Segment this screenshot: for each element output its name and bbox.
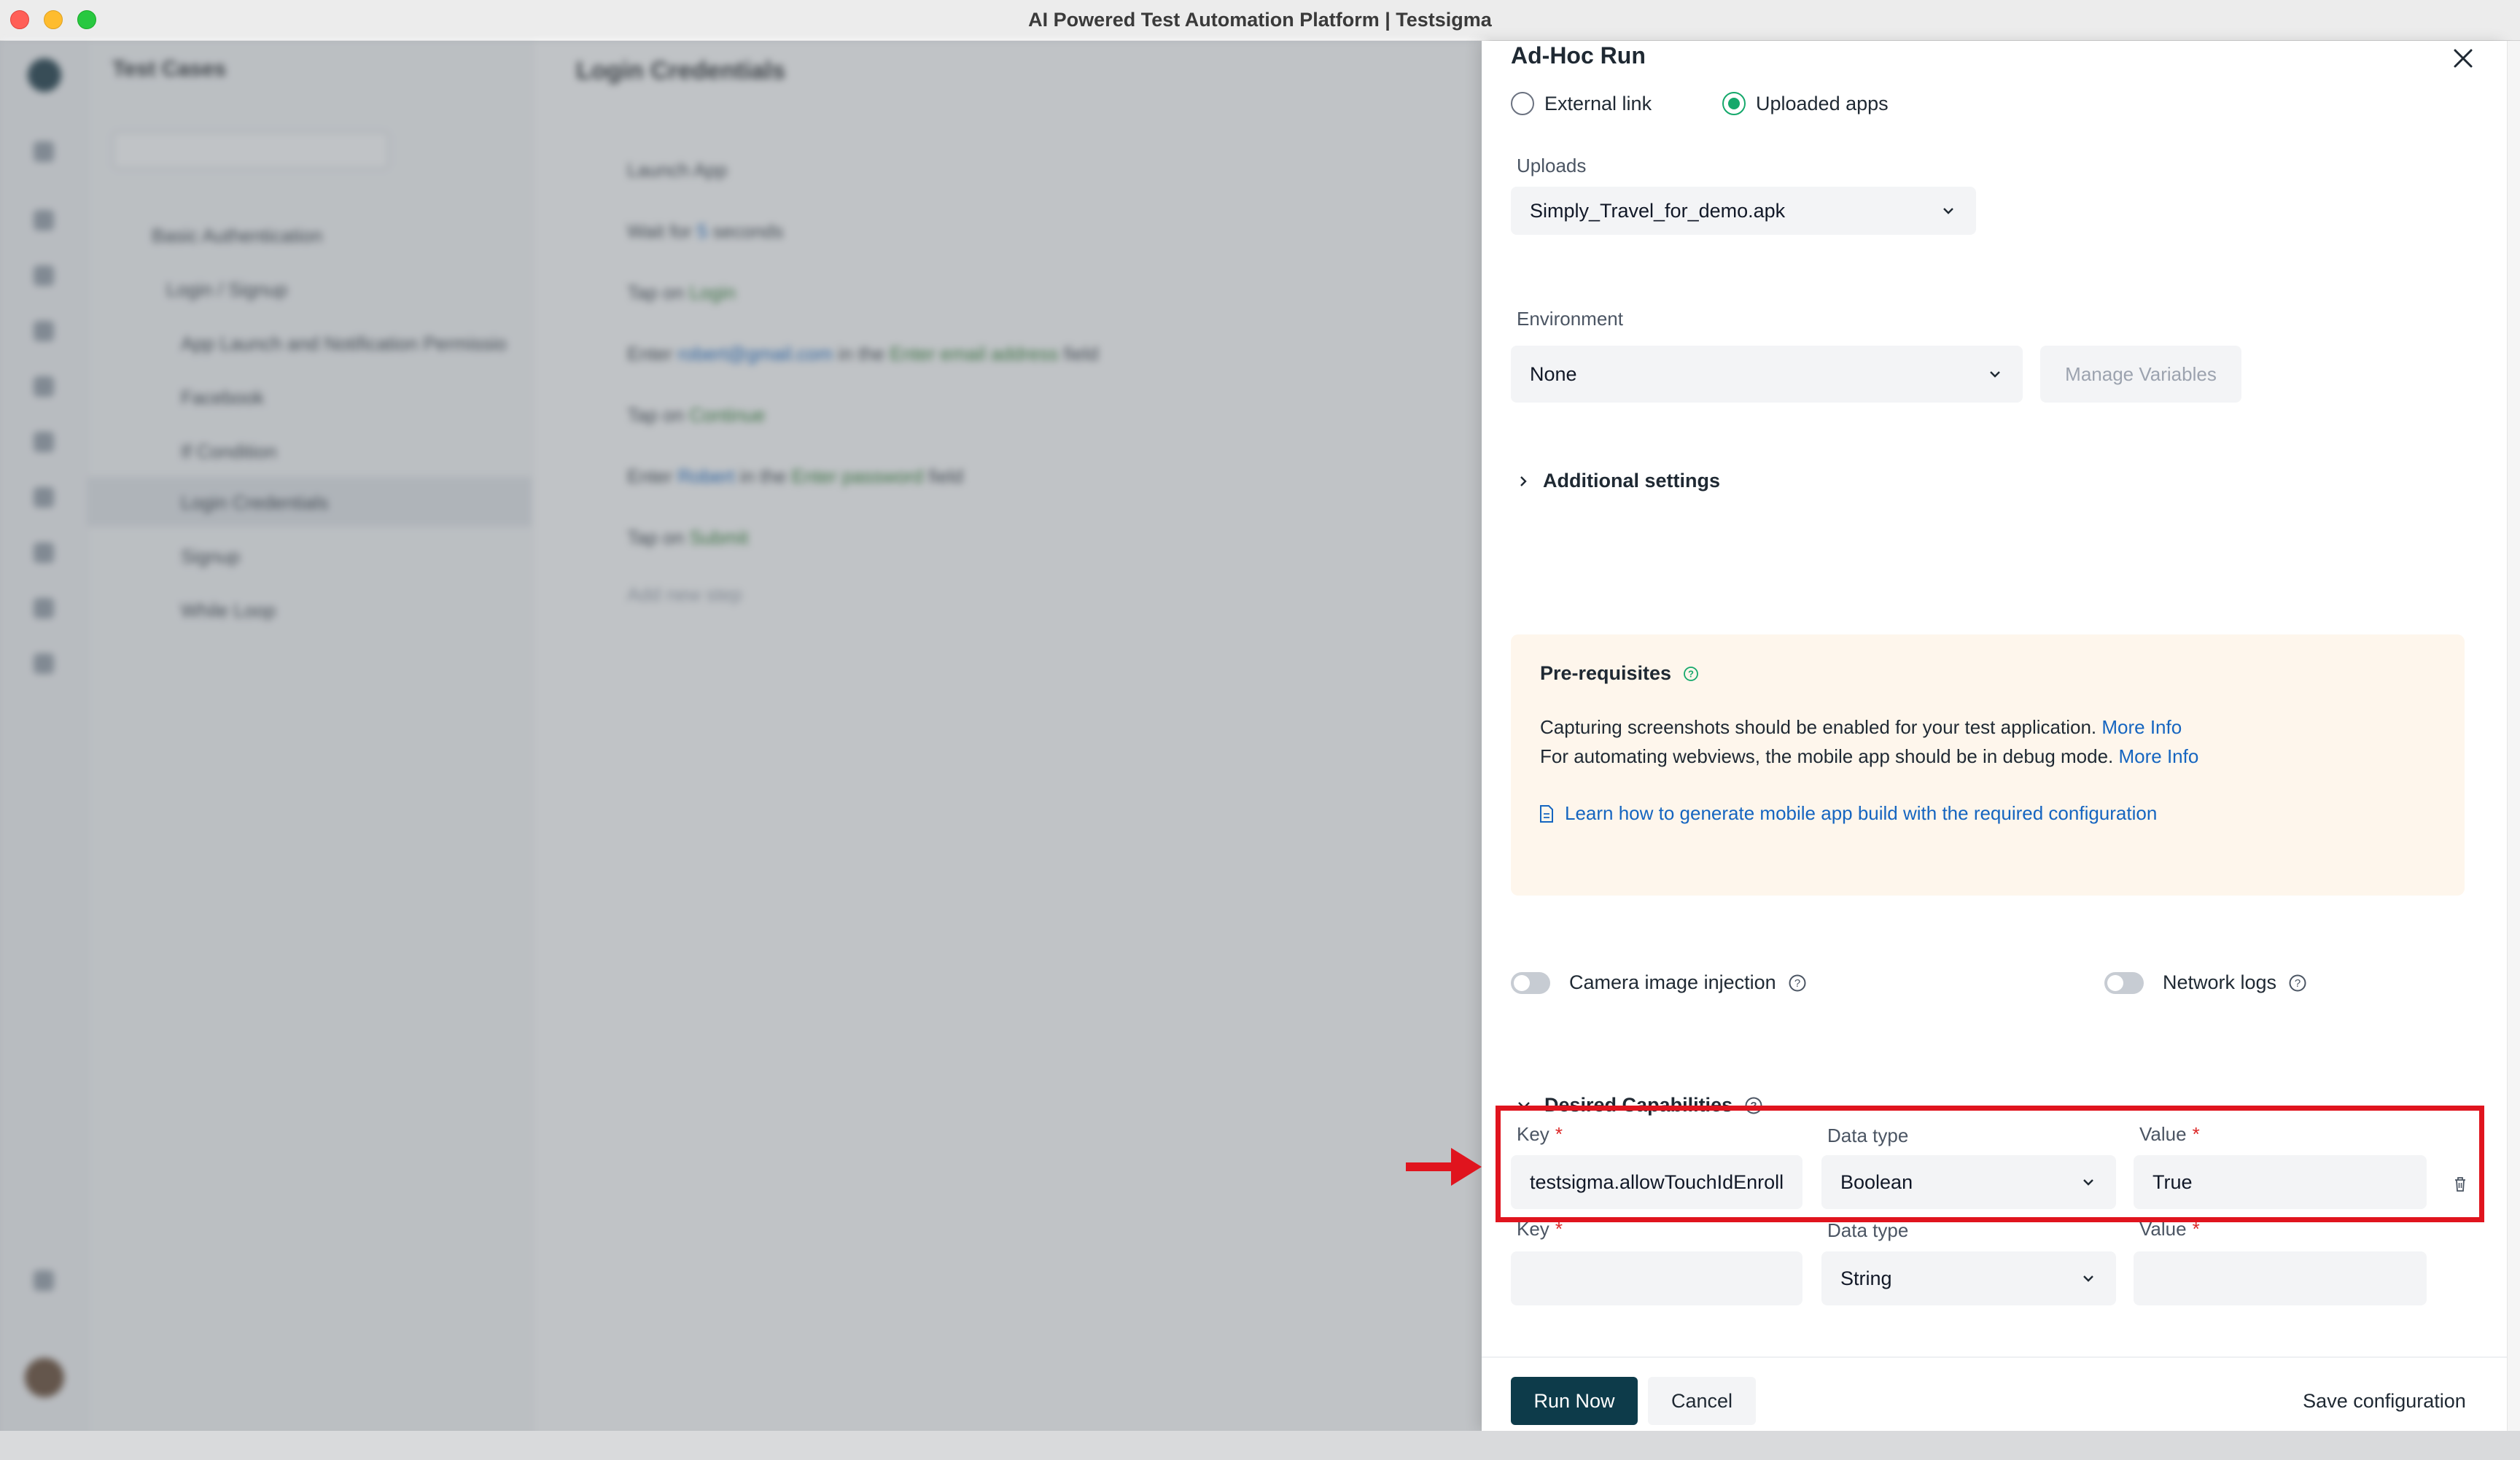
modal-overlay[interactable] xyxy=(0,41,1488,1441)
camera-injection-setting: Camera image injection ? xyxy=(1511,971,1807,994)
chevron-down-icon xyxy=(2083,1275,2093,1282)
network-logs-toggle[interactable] xyxy=(2104,971,2144,994)
cancel-button[interactable]: Cancel xyxy=(1648,1377,1756,1425)
chevron-right-icon xyxy=(1520,475,1527,486)
capability-type-value: String xyxy=(1840,1267,1892,1289)
prerequisites-title-text: Pre-requisites xyxy=(1540,662,1672,684)
uploads-select[interactable]: Simply_Travel_for_demo.apk xyxy=(1511,187,1976,235)
svg-text:?: ? xyxy=(2295,977,2301,990)
network-logs-label: Network logs xyxy=(2163,971,2277,993)
radio-label: Uploaded apps xyxy=(1756,92,1889,114)
environment-value: None xyxy=(1530,362,1577,385)
window-bottom-edge xyxy=(0,1431,2520,1460)
run-now-button[interactable]: Run Now xyxy=(1511,1377,1638,1425)
camera-injection-toggle[interactable] xyxy=(1511,971,1550,994)
uploads-label: Uploads xyxy=(1517,155,1587,176)
learn-build-link-text: Learn how to generate mobile app build w… xyxy=(1565,802,2158,824)
save-configuration-button[interactable]: Save configuration xyxy=(2282,1377,2486,1425)
annotation-highlight-box xyxy=(1496,1106,2484,1222)
radio-circle xyxy=(1722,92,1746,115)
help-icon[interactable]: ? xyxy=(1683,666,1699,682)
window-titlebar: AI Powered Test Automation Platform | Te… xyxy=(0,0,2520,41)
uploads-value: Simply_Travel_for_demo.apk xyxy=(1530,199,1786,222)
help-icon[interactable]: ? xyxy=(2288,974,2307,993)
radio-uploaded-apps[interactable]: Uploaded apps xyxy=(1722,92,1889,115)
svg-text:?: ? xyxy=(1794,977,1800,990)
help-icon[interactable]: ? xyxy=(1788,974,1807,993)
camera-injection-label: Camera image injection xyxy=(1569,971,1776,993)
manage-variables-button[interactable]: Manage Variables xyxy=(2040,346,2241,403)
close-drawer-button[interactable] xyxy=(2446,41,2481,76)
capability-key-input[interactable] xyxy=(1511,1251,1802,1305)
prerequisite-line: For automating webviews, the mobile app … xyxy=(1540,745,2198,768)
drawer-scrollbar[interactable] xyxy=(2507,41,2520,1431)
environment-select[interactable]: None xyxy=(1511,346,2023,403)
radio-external-link[interactable]: External link xyxy=(1511,92,1652,115)
radio-label: External link xyxy=(1544,92,1652,114)
prerequisite-text: Capturing screenshots should be enabled … xyxy=(1540,716,2097,738)
learn-build-link[interactable]: Learn how to generate mobile app build w… xyxy=(1539,802,2157,825)
prerequisites-title: Pre-requisites ? xyxy=(1540,662,1699,685)
annotation-arrow-icon xyxy=(1406,1148,1482,1186)
environment-label: Environment xyxy=(1517,308,1623,330)
radio-circle xyxy=(1511,92,1534,115)
ad-hoc-run-drawer: Ad-Hoc Run External link Uploaded apps U… xyxy=(1482,41,2507,1431)
capability-value-input[interactable] xyxy=(2134,1251,2427,1305)
network-logs-setting: Network logs ? xyxy=(2104,971,2307,994)
more-info-link[interactable]: More Info xyxy=(2101,716,2182,738)
prerequisites-panel: Pre-requisites ? Capturing screenshots s… xyxy=(1511,634,2465,896)
drawer-title: Ad-Hoc Run xyxy=(1511,42,1646,69)
svg-text:?: ? xyxy=(1688,668,1694,679)
window-title: AI Powered Test Automation Platform | Te… xyxy=(1028,9,1492,31)
prerequisite-text: For automating webviews, the mobile app … xyxy=(1540,745,2114,767)
additional-settings-toggle[interactable]: Additional settings xyxy=(1517,470,1720,492)
footer-divider xyxy=(1482,1356,2507,1358)
prerequisite-line: Capturing screenshots should be enabled … xyxy=(1540,716,2182,739)
capability-type-select[interactable]: String xyxy=(1821,1251,2116,1305)
chevron-down-icon xyxy=(1990,371,2000,378)
document-icon xyxy=(1540,804,1553,823)
additional-settings-label: Additional settings xyxy=(1543,470,1720,492)
data-type-label: Data type xyxy=(1827,1219,1909,1241)
chevron-down-icon xyxy=(1943,208,1953,214)
more-info-link[interactable]: More Info xyxy=(2119,745,2199,767)
close-icon xyxy=(2454,49,2473,68)
